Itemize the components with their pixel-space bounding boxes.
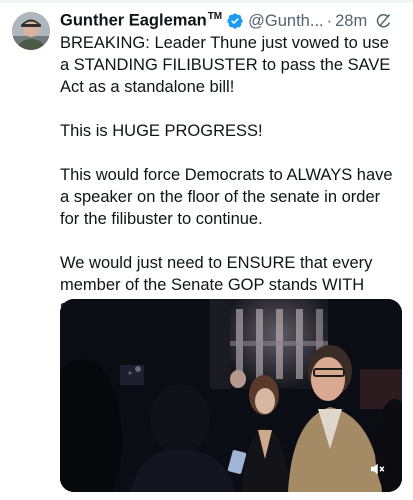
grok-icon[interactable] — [375, 12, 393, 30]
tweet-paragraph: BREAKING: Leader Thune just vowed to use… — [60, 34, 391, 96]
tweet-paragraph: This would force Democrats to ALWAYS hav… — [60, 166, 393, 228]
tweet-text: BREAKING: Leader Thune just vowed to use… — [60, 32, 400, 340]
tweet-video[interactable] — [60, 299, 402, 492]
verified-badge-icon[interactable] — [226, 12, 244, 30]
speaker-muted-icon[interactable] — [366, 458, 388, 480]
tweet-header: Gunther EaglemanTM @Gunth... · 28m — [60, 9, 405, 33]
author-handle[interactable]: @Gunth... — [248, 12, 323, 31]
author-avatar[interactable] — [12, 12, 50, 50]
video-frame — [60, 299, 402, 492]
timestamp[interactable]: 28m — [335, 12, 367, 31]
trademark-mark: TM — [207, 11, 223, 23]
author-name[interactable]: Gunther EaglemanTM — [60, 11, 222, 31]
separator-dot: · — [326, 11, 333, 30]
top-divider — [0, 0, 413, 3]
tweet-paragraph: This is HUGE PROGRESS! — [60, 122, 263, 140]
